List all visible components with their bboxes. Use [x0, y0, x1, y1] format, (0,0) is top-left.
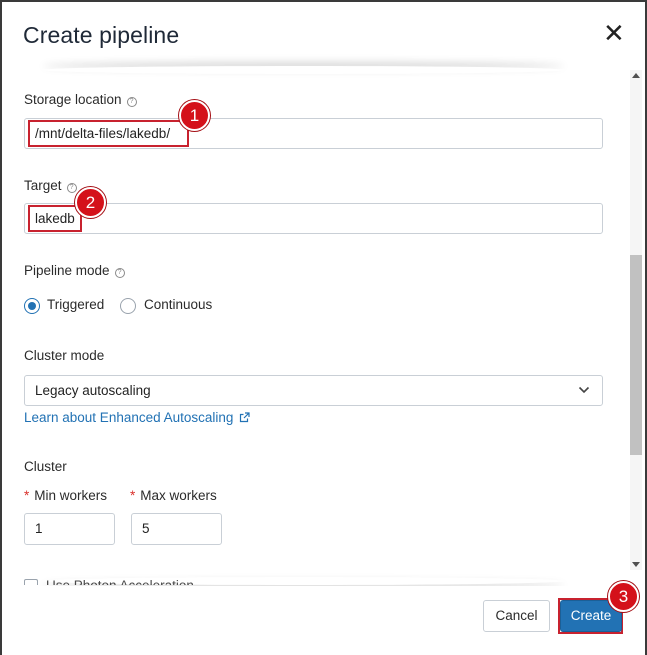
radio-continuous[interactable] [120, 298, 136, 314]
enhanced-autoscaling-link-text: Learn about Enhanced Autoscaling [24, 410, 234, 425]
pipeline-mode-label: Pipeline mode? [24, 263, 125, 278]
annotation-badge-1: 1 [179, 100, 210, 131]
max-workers-value: 5 [142, 521, 150, 536]
cancel-button[interactable]: Cancel [483, 600, 550, 632]
max-workers-label: * Max workers [130, 488, 217, 503]
radio-triggered[interactable] [24, 298, 40, 314]
enhanced-autoscaling-link[interactable]: Learn about Enhanced Autoscaling [24, 410, 250, 425]
annotation-badge-3: 3 [608, 581, 639, 612]
help-circle-icon[interactable]: ? [126, 97, 137, 107]
min-workers-label: * Min workers [24, 488, 107, 503]
required-asterisk: * [24, 488, 30, 503]
scrollbar-thumb[interactable] [630, 255, 642, 455]
target-label: Target? [24, 178, 77, 193]
storage-location-label: Storage location? [24, 92, 137, 107]
radio-triggered-label[interactable]: Triggered [47, 297, 104, 312]
help-circle-icon[interactable]: ? [66, 183, 77, 193]
radio-continuous-label[interactable]: Continuous [144, 297, 212, 312]
cluster-mode-label: Cluster mode [24, 348, 105, 363]
cluster-mode-selected-value: Legacy autoscaling [35, 383, 151, 398]
annotation-badge-2: 2 [75, 187, 106, 218]
required-asterisk: * [130, 488, 136, 503]
target-label-text: Target [24, 178, 62, 193]
min-workers-input[interactable]: 1 [24, 513, 115, 545]
cluster-mode-select[interactable]: Legacy autoscaling [24, 375, 603, 406]
max-workers-input[interactable]: 5 [131, 513, 222, 545]
scroll-shadow-top [42, 66, 565, 74]
scroll-shadow-bottom [42, 577, 565, 585]
external-link-icon [240, 412, 250, 423]
pipeline-mode-label-text: Pipeline mode [24, 263, 110, 278]
max-workers-label-text: Max workers [140, 488, 217, 503]
min-workers-label-text: Min workers [34, 488, 108, 503]
storage-location-label-text: Storage location [24, 92, 122, 107]
scroll-up-arrow-icon[interactable] [632, 72, 640, 80]
highlight-box-target [28, 205, 82, 232]
close-icon[interactable]: ✕ [603, 20, 625, 46]
min-workers-value: 1 [35, 521, 43, 536]
photon-checkbox[interactable] [24, 579, 38, 585]
help-circle-icon[interactable]: ? [114, 268, 125, 278]
target-input[interactable]: lakedb [24, 203, 603, 234]
dialog-header: Create pipeline ✕ [2, 2, 645, 70]
create-pipeline-dialog: Create pipeline ✕ Storage location? /mnt… [0, 0, 647, 655]
chevron-down-icon [578, 386, 590, 394]
scroll-down-arrow-icon[interactable] [632, 560, 640, 568]
cluster-label: Cluster [24, 459, 67, 474]
dialog-title: Create pipeline [23, 22, 180, 48]
highlight-box-storage [28, 120, 189, 147]
